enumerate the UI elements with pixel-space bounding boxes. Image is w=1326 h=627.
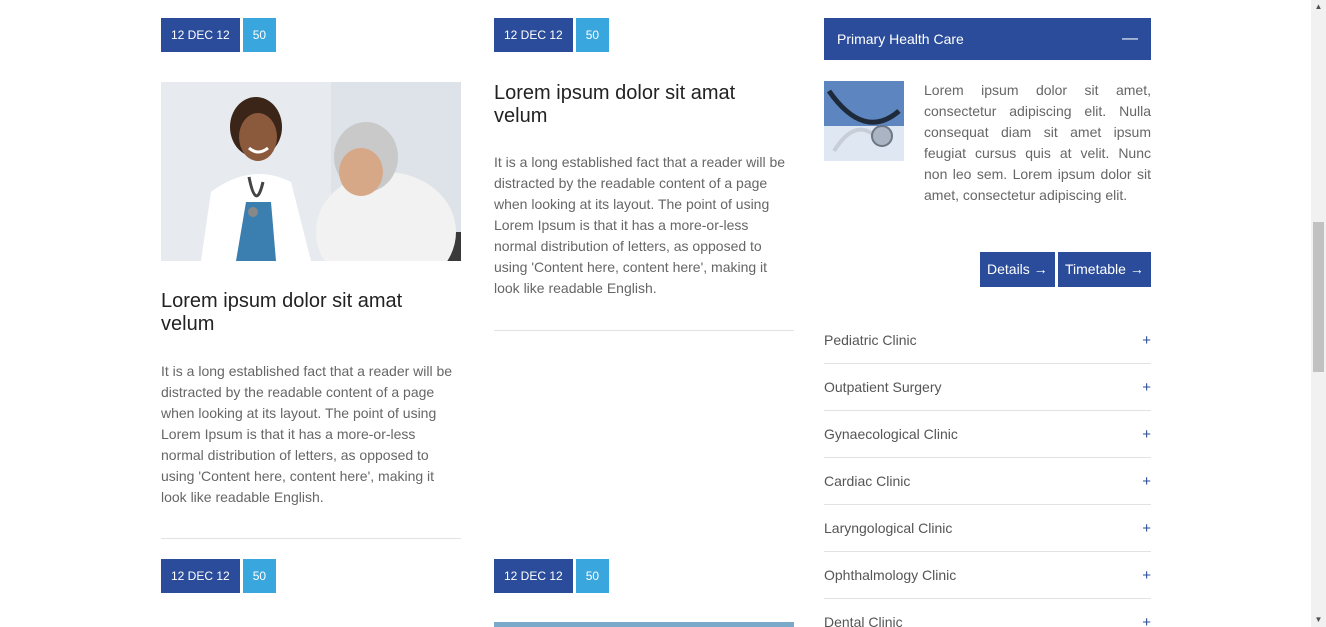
comment-count-badge[interactable]: 50 bbox=[575, 559, 610, 593]
collapse-icon[interactable]: — bbox=[1122, 18, 1138, 60]
scroll-down-icon[interactable]: ▼ bbox=[1311, 613, 1326, 627]
comment-count-badge[interactable]: 50 bbox=[242, 18, 277, 52]
plus-icon[interactable]: + bbox=[1142, 567, 1151, 584]
clinic-label: Outpatient Surgery bbox=[824, 379, 942, 395]
date-badge: 12 DEC 12 bbox=[161, 559, 240, 593]
scrollbar-thumb[interactable] bbox=[1313, 222, 1324, 372]
post-divider bbox=[494, 330, 794, 331]
plus-icon[interactable]: + bbox=[1142, 520, 1151, 537]
clinic-item-gynaecological[interactable]: Gynaecological Clinic + bbox=[824, 411, 1151, 458]
clinic-item-cardiac[interactable]: Cardiac Clinic + bbox=[824, 458, 1151, 505]
page-scrollbar[interactable]: ▲ ▼ bbox=[1311, 0, 1326, 627]
clinic-label: Laryngological Clinic bbox=[824, 520, 953, 536]
clinic-label: Cardiac Clinic bbox=[824, 473, 911, 489]
post-title[interactable]: Lorem ipsum dolor sit amat velum bbox=[161, 290, 461, 336]
accordion-description: Lorem ipsum dolor sit amet, consectetur … bbox=[924, 82, 1151, 203]
scroll-up-icon[interactable]: ▲ bbox=[1311, 0, 1326, 14]
accordion-title: Primary Health Care bbox=[837, 31, 964, 47]
post-excerpt: It is a long established fact that a rea… bbox=[494, 154, 786, 296]
comment-count-badge[interactable]: 50 bbox=[575, 18, 610, 52]
plus-icon[interactable]: + bbox=[1142, 473, 1151, 490]
doctor-patient-image[interactable] bbox=[161, 82, 461, 261]
post-title[interactable]: Lorem ipsum dolor sit amat velum bbox=[494, 82, 794, 128]
plus-icon[interactable]: + bbox=[1142, 426, 1151, 443]
plus-icon[interactable]: + bbox=[1142, 379, 1151, 396]
post-excerpt: It is a long established fact that a rea… bbox=[161, 363, 453, 505]
clinic-item-ophthalmology[interactable]: Ophthalmology Clinic + bbox=[824, 552, 1151, 599]
clinic-item-pediatric[interactable]: Pediatric Clinic + bbox=[824, 317, 1151, 364]
clinic-item-laryngological[interactable]: Laryngological Clinic + bbox=[824, 505, 1151, 552]
clinic-label: Gynaecological Clinic bbox=[824, 426, 958, 442]
date-badge: 12 DEC 12 bbox=[161, 18, 240, 52]
clinic-list: Pediatric Clinic + Outpatient Surgery + Gy… bbox=[824, 317, 1151, 627]
clinic-item-dental[interactable]: Dental Clinic + bbox=[824, 599, 1151, 627]
timetable-button[interactable]: Timetable → bbox=[1058, 252, 1151, 287]
date-badge: 12 DEC 12 bbox=[494, 18, 573, 52]
post-date-row: 12 DEC 12 50 bbox=[161, 559, 277, 593]
comment-count-badge[interactable]: 50 bbox=[242, 559, 277, 593]
post-date-row: 12 DEC 12 50 bbox=[161, 18, 277, 52]
post-image[interactable] bbox=[494, 622, 794, 627]
post-date-row: 12 DEC 12 50 bbox=[494, 559, 610, 593]
plus-icon[interactable]: + bbox=[1142, 614, 1151, 627]
post-date-row: 12 DEC 12 50 bbox=[494, 18, 610, 52]
stethoscope-image bbox=[824, 81, 904, 161]
post-divider bbox=[161, 538, 461, 539]
date-badge: 12 DEC 12 bbox=[494, 559, 573, 593]
plus-icon[interactable]: + bbox=[1142, 332, 1151, 349]
accordion-header-primary-health-care[interactable]: Primary Health Care — bbox=[824, 18, 1151, 60]
clinic-label: Ophthalmology Clinic bbox=[824, 567, 957, 583]
details-button[interactable]: Details → bbox=[980, 252, 1055, 287]
clinic-label: Pediatric Clinic bbox=[824, 332, 917, 348]
clinic-label: Dental Clinic bbox=[824, 614, 903, 627]
clinic-item-outpatient-surgery[interactable]: Outpatient Surgery + bbox=[824, 364, 1151, 411]
